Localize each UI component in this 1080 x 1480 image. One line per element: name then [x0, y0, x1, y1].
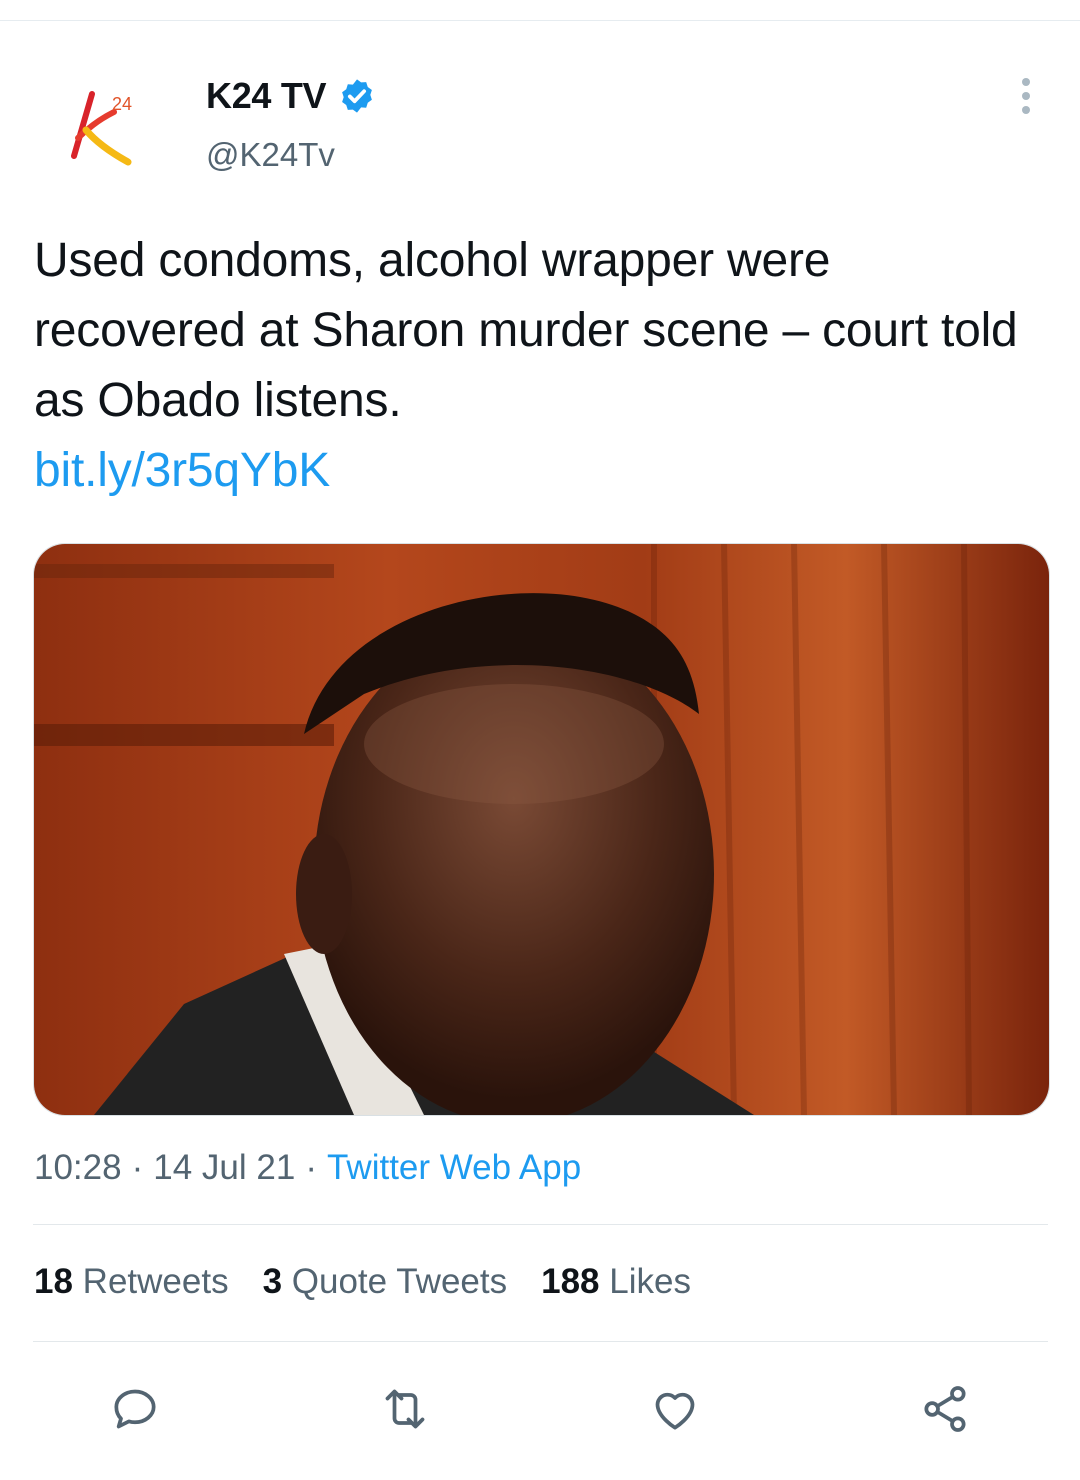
tweet-link[interactable]: bit.ly/3r5qYbK [34, 436, 330, 506]
display-name[interactable]: K24 TV [206, 75, 327, 117]
retweet-button[interactable] [370, 1374, 440, 1444]
k24-logo-icon: 24 [71, 91, 132, 166]
svg-text:24: 24 [112, 94, 132, 114]
tweet-photo[interactable] [33, 543, 1050, 1116]
meta-separator: · [131, 1148, 144, 1187]
like-icon [655, 1392, 695, 1430]
top-divider [0, 20, 1080, 21]
account-handle[interactable]: @K24Tv [206, 136, 335, 174]
like-button[interactable] [640, 1374, 710, 1444]
more-options-icon[interactable] [1008, 74, 1044, 118]
share-icon [924, 1386, 966, 1432]
share-button[interactable] [910, 1374, 980, 1444]
tweet-stats: 18 Retweets 3 Quote Tweets 188 Likes [34, 1262, 691, 1302]
verified-badge-icon [342, 79, 373, 113]
tweet-text: Used condoms, alcohol wrapper were recov… [34, 234, 1018, 427]
meta-separator: · [305, 1148, 317, 1187]
retweet-icon [385, 1389, 425, 1429]
tweet-source[interactable]: Twitter Web App [327, 1148, 581, 1188]
tweet-date[interactable]: 14 Jul 21 [153, 1148, 295, 1188]
retweets-stat[interactable]: 18 Retweets [34, 1262, 229, 1302]
tweet-meta: 10:28 · 14 Jul 21 · Twitter Web App [34, 1148, 581, 1188]
divider [33, 1341, 1048, 1342]
tweet-actions [0, 1374, 1080, 1444]
likes-stat[interactable]: 188 Likes [541, 1262, 691, 1302]
reply-button[interactable] [100, 1374, 170, 1444]
reply-icon [114, 1389, 156, 1429]
tweet-time[interactable]: 10:28 [34, 1148, 122, 1188]
divider [33, 1224, 1048, 1225]
photo-man-in-courtroom [34, 544, 1049, 1115]
account-name-row: K24 TV [206, 72, 376, 120]
quote-tweets-stat[interactable]: 3 Quote Tweets [263, 1262, 508, 1302]
avatar[interactable]: 24 [48, 72, 156, 180]
